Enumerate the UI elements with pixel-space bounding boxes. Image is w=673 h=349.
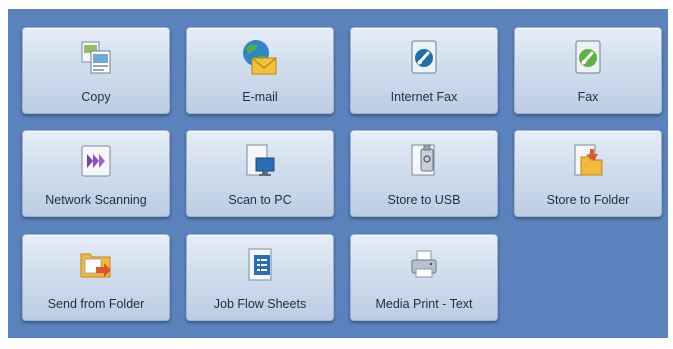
email-icon: [240, 38, 280, 78]
fax-button[interactable]: Fax: [514, 27, 662, 114]
services-panel: Copy E-mail Internet Fax Fax Network Sca…: [8, 9, 668, 338]
send-from-folder-label: Send from Folder: [47, 297, 145, 311]
email-button[interactable]: E-mail: [186, 27, 334, 114]
job-flow-sheets-icon: [240, 245, 280, 285]
scan-to-pc-button[interactable]: Scan to PC: [186, 130, 334, 217]
network-scanning-label: Network Scanning: [45, 193, 147, 207]
internet-fax-label: Internet Fax: [390, 90, 458, 104]
scan-to-pc-label: Scan to PC: [228, 193, 292, 207]
store-to-folder-icon: [568, 141, 608, 181]
email-label: E-mail: [242, 90, 278, 104]
network-scanning-button[interactable]: Network Scanning: [22, 130, 170, 217]
copy-icon: [76, 38, 116, 78]
store-to-folder-button[interactable]: Store to Folder: [514, 130, 662, 217]
job-flow-sheets-label: Job Flow Sheets: [213, 297, 307, 311]
store-to-usb-icon: [404, 141, 444, 181]
copy-button[interactable]: Copy: [22, 27, 170, 114]
store-to-usb-label: Store to USB: [387, 193, 461, 207]
send-from-folder-icon: [76, 245, 116, 285]
job-flow-sheets-button[interactable]: Job Flow Sheets: [186, 234, 334, 321]
fax-label: Fax: [577, 90, 599, 104]
internet-fax-icon: [404, 38, 444, 78]
copy-label: Copy: [81, 90, 111, 104]
store-to-usb-button[interactable]: Store to USB: [350, 130, 498, 217]
scan-to-pc-icon: [240, 141, 280, 181]
internet-fax-button[interactable]: Internet Fax: [350, 27, 498, 114]
network-scanning-icon: [76, 141, 116, 181]
media-print-text-icon: [404, 245, 444, 285]
fax-icon: [568, 38, 608, 78]
media-print-text-label: Media Print - Text: [375, 297, 473, 311]
send-from-folder-button[interactable]: Send from Folder: [22, 234, 170, 321]
media-print-text-button[interactable]: Media Print - Text: [350, 234, 498, 321]
store-to-folder-label: Store to Folder: [546, 193, 630, 207]
